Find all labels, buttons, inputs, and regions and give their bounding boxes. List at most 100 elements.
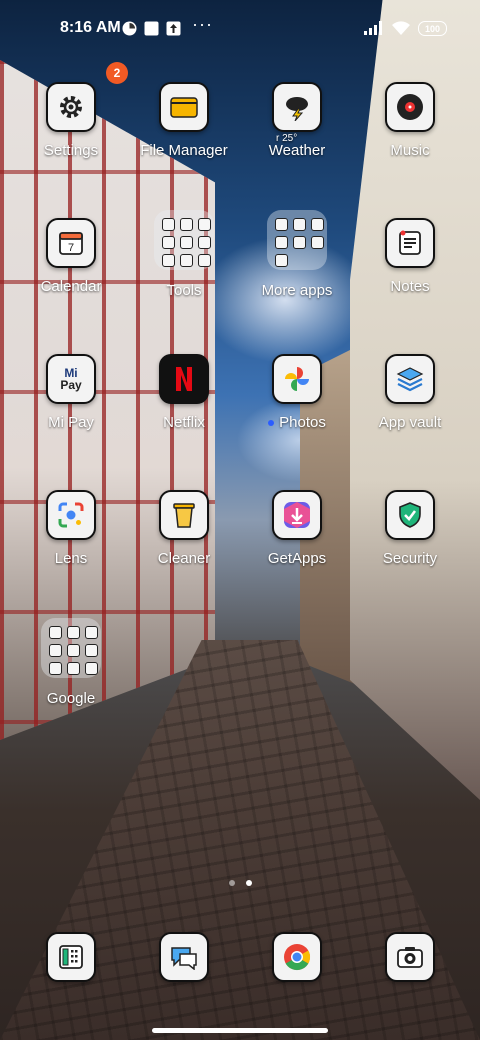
dock-chrome[interactable]	[242, 932, 352, 982]
calendar-tile[interactable]: 7	[46, 218, 96, 268]
app-notes[interactable]: Notes	[355, 218, 465, 295]
music-disc-icon	[397, 94, 423, 120]
dock-phone[interactable]	[16, 932, 126, 982]
netflix-tile[interactable]	[159, 354, 209, 404]
app-netflix[interactable]: Netflix	[129, 354, 239, 431]
mini-app-icon	[85, 644, 98, 657]
getapps-tile[interactable]	[272, 490, 322, 540]
mini-app-icon	[275, 218, 288, 231]
camera-tile[interactable]	[385, 932, 435, 982]
app-music[interactable]: Music	[355, 82, 465, 159]
app-calendar[interactable]: 7 Calendar	[16, 218, 126, 295]
app-vault-tile[interactable]	[385, 354, 435, 404]
mini-app-icon	[67, 626, 80, 639]
app-label: Settings	[43, 142, 99, 159]
photos-tile[interactable]	[272, 354, 322, 404]
new-install-dot	[268, 420, 275, 427]
mini-app-icon	[275, 236, 288, 249]
page-dot-active[interactable]	[246, 880, 252, 886]
mini-app-icon	[162, 218, 175, 231]
mi-pay-tile[interactable]: Mi Pay	[46, 354, 96, 404]
app-label: File Manager	[140, 142, 228, 159]
mini-app-icon	[162, 254, 175, 267]
more-notifications-icon: ···	[192, 14, 213, 34]
app-label: Weather	[268, 142, 326, 159]
page-indicator[interactable]	[229, 880, 252, 886]
security-tile[interactable]	[385, 490, 435, 540]
app-label: Google	[46, 690, 96, 707]
app-label: Cleaner	[157, 550, 211, 567]
app-label: Calendar	[40, 278, 102, 295]
mini-app-icon	[180, 218, 193, 231]
photos-pinwheel-icon	[285, 367, 309, 391]
getapps-icon	[284, 502, 310, 528]
folder-icon	[170, 97, 198, 118]
music-tile[interactable]	[385, 82, 435, 132]
app-lens[interactable]: Lens	[16, 490, 126, 567]
lens-tile[interactable]	[46, 490, 96, 540]
mini-app-icon	[198, 218, 211, 231]
app-label: Security	[382, 550, 438, 567]
more-apps-folder-preview[interactable]	[267, 210, 327, 270]
mini-app-icon	[311, 236, 324, 249]
app-label-text: Photos	[279, 414, 326, 431]
chrome-icon	[284, 944, 311, 971]
app-settings[interactable]: 2 Settings	[16, 62, 128, 159]
page-dot[interactable]	[229, 880, 235, 886]
app-weather[interactable]: r 25° Weather	[242, 82, 352, 159]
app-label: App vault	[378, 414, 442, 431]
cleaner-tile[interactable]	[159, 490, 209, 540]
signal-icon	[364, 20, 386, 36]
app-google-folder[interactable]: Google	[16, 618, 126, 707]
app-getapps[interactable]: GetApps	[242, 490, 352, 567]
mini-app-icon	[275, 254, 288, 267]
dock-camera[interactable]	[355, 932, 465, 982]
app-photos[interactable]: Photos	[242, 354, 352, 431]
app-security[interactable]: Security	[355, 490, 465, 567]
weather-tile[interactable]: r 25°	[272, 82, 322, 144]
calendar-icon: 7	[59, 232, 83, 255]
app-label: Photos	[242, 414, 352, 431]
file-manager-tile[interactable]	[159, 82, 209, 132]
app-tools-folder[interactable]: Tools	[129, 210, 239, 299]
app-vault-icon	[396, 367, 424, 392]
tools-folder-preview[interactable]	[154, 210, 214, 270]
mini-app-icon	[49, 662, 62, 675]
messages-tile[interactable]	[159, 932, 209, 982]
app-label: Netflix	[163, 414, 205, 431]
chrome-tile[interactable]	[272, 932, 322, 982]
status-time: 8:16 AM	[60, 19, 121, 36]
phone-tile[interactable]	[46, 932, 96, 982]
wifi-icon	[391, 20, 411, 36]
app-mi-pay[interactable]: Mi Pay Mi Pay	[16, 354, 126, 431]
dock-messages[interactable]	[129, 932, 239, 982]
calendar-day: 7	[68, 242, 74, 254]
mini-app-icon	[162, 236, 175, 249]
app-app-vault[interactable]: App vault	[355, 354, 465, 431]
home-gesture-bar[interactable]	[152, 1028, 328, 1033]
mini-app-icon	[311, 218, 324, 231]
status-bar: 8:16 AM ··· 100	[0, 0, 480, 56]
app-file-manager[interactable]: File Manager	[129, 82, 239, 159]
mini-app-icon	[198, 236, 211, 249]
google-folder-preview[interactable]	[41, 618, 101, 678]
upload-icon	[165, 20, 181, 36]
settings-tile[interactable]: 2	[46, 62, 128, 132]
mini-app-icon	[85, 662, 98, 675]
app-label: Lens	[54, 550, 88, 567]
app-label: Mi Pay	[48, 414, 94, 431]
notification-app-icon	[121, 20, 137, 36]
notes-tile[interactable]	[385, 218, 435, 268]
lens-icon	[58, 502, 84, 528]
mini-app-icon	[198, 254, 211, 267]
mi-pay-icon: Mi Pay	[60, 367, 81, 391]
mini-app-icon	[67, 644, 80, 657]
app-label: More apps	[261, 282, 333, 299]
mini-app-icon	[85, 626, 98, 639]
app-more-apps-folder[interactable]: More apps	[242, 210, 352, 299]
netflix-icon	[176, 367, 192, 391]
cleaner-icon	[173, 503, 195, 528]
app-cleaner[interactable]: Cleaner	[129, 490, 239, 567]
weather-storm-icon	[286, 97, 308, 121]
app-label: Music	[390, 142, 430, 159]
